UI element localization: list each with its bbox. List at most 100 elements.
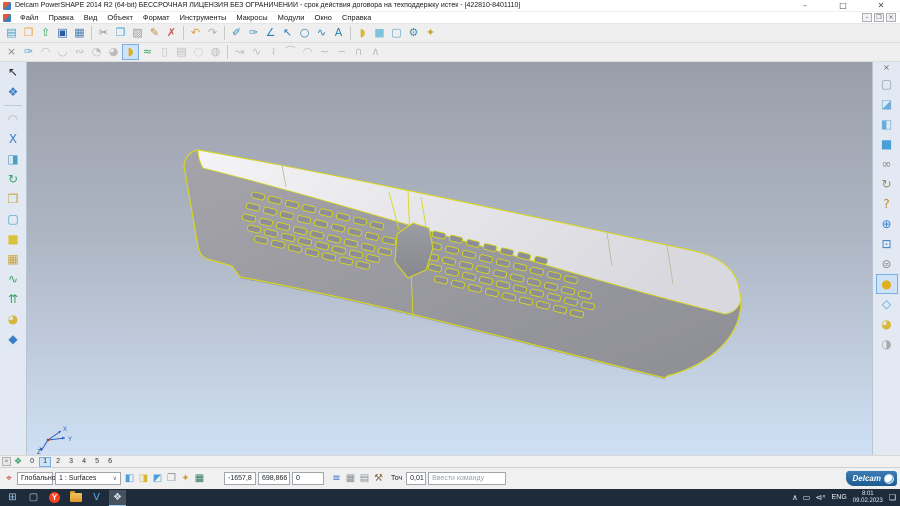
axis-align-button[interactable]: X bbox=[2, 129, 24, 149]
menu-item[interactable]: Правка bbox=[43, 12, 78, 24]
wireframe-view-button[interactable]: ◇ bbox=[876, 294, 898, 314]
command-input[interactable] bbox=[428, 472, 506, 485]
menu-item[interactable]: Файл bbox=[15, 12, 43, 24]
zoom-help-button[interactable]: ? bbox=[876, 194, 898, 214]
tolerance-field[interactable]: 0,01 bbox=[406, 472, 426, 485]
menu-item[interactable]: Модули bbox=[273, 12, 310, 24]
paint-surface-button[interactable]: ✑ bbox=[245, 25, 262, 41]
app-window-taskbar-button[interactable]: ▢ bbox=[25, 490, 42, 505]
create-workplane-button[interactable]: ∠ bbox=[262, 25, 279, 41]
half-sphere-button[interactable]: ◕ bbox=[2, 309, 24, 329]
dynamic-section-button[interactable]: ◕ bbox=[876, 314, 898, 334]
undo-button[interactable]: ↶ bbox=[187, 25, 204, 41]
wireframe-box-button[interactable]: ▢ bbox=[2, 209, 24, 229]
menu-item[interactable]: Справка bbox=[337, 12, 376, 24]
menu-item[interactable]: Объект bbox=[102, 12, 138, 24]
level-tab-0[interactable]: 0 bbox=[26, 457, 38, 467]
copy-button[interactable]: ❐ bbox=[112, 25, 129, 41]
create-solid-button[interactable]: ■ bbox=[371, 25, 388, 41]
zoom-window-button[interactable]: ⊡ bbox=[876, 234, 898, 254]
close-button[interactable]: ✕ bbox=[862, 0, 900, 12]
copy-objects-button[interactable]: ❒ bbox=[2, 189, 24, 209]
mdi-close-button[interactable]: × bbox=[886, 13, 896, 22]
pattern-boxes-button[interactable]: ▦ bbox=[2, 249, 24, 269]
wizard-button[interactable]: ✦ bbox=[422, 25, 439, 41]
move-transform-button[interactable]: ❖ bbox=[2, 82, 24, 102]
menu-item[interactable]: Вид bbox=[79, 12, 103, 24]
clipboard-cube-button[interactable]: ❐ bbox=[165, 472, 178, 486]
globe-view-button[interactable]: ⊜ bbox=[876, 254, 898, 274]
tray-display-icon[interactable]: ▭ bbox=[803, 493, 811, 502]
level-tab-6[interactable]: 6 bbox=[104, 457, 116, 467]
zoom-full-button[interactable]: ⊕ bbox=[876, 214, 898, 234]
create-surface-button[interactable]: ◗ bbox=[354, 25, 371, 41]
iso-cube-shaded-button[interactable]: ◧ bbox=[876, 114, 898, 134]
select-cursor-button[interactable]: ↖ bbox=[2, 62, 24, 82]
menu-item[interactable]: Формат bbox=[138, 12, 175, 24]
solid-box-button[interactable]: ■ bbox=[2, 229, 24, 249]
rotate-object-button[interactable]: ↻ bbox=[2, 169, 24, 189]
maximize-button[interactable]: □ bbox=[824, 0, 862, 12]
create-curve-button[interactable]: ∿ bbox=[313, 25, 330, 41]
action-center-icon[interactable]: ❏ bbox=[889, 493, 896, 502]
level-tab-1[interactable]: 1 bbox=[39, 457, 51, 467]
item-list-button[interactable]: ≡ bbox=[330, 472, 343, 486]
create-sketch-button[interactable]: ✐ bbox=[228, 25, 245, 41]
level-cube-blue-button[interactable]: ◧ bbox=[123, 472, 136, 486]
new-model-button[interactable]: ▤ bbox=[3, 25, 20, 41]
menu-item[interactable]: Окно bbox=[310, 12, 337, 24]
surface-wizard-button[interactable]: ✑ bbox=[20, 44, 37, 60]
level-tab-2[interactable]: 2 bbox=[52, 457, 64, 467]
start-taskbar-button[interactable]: ⊞ bbox=[4, 490, 21, 505]
mirror-box-button[interactable]: ◨ bbox=[2, 149, 24, 169]
intelligent-cursor-button[interactable]: ⚒ bbox=[372, 472, 385, 486]
assembly-gears-button[interactable]: ⚙ bbox=[405, 25, 422, 41]
delete-button[interactable]: ✗ bbox=[163, 25, 180, 41]
stereo-view-button[interactable]: ∞ bbox=[876, 154, 898, 174]
paste-button[interactable]: ▨ bbox=[129, 25, 146, 41]
taskbar-clock[interactable]: 8:01 09.02.2023 bbox=[853, 491, 883, 505]
viewport-3d[interactable]: X Y Z bbox=[27, 62, 872, 455]
redo-button[interactable]: ↷ bbox=[204, 25, 221, 41]
cube-wizard-button[interactable]: ✦ bbox=[179, 472, 192, 486]
iso-wire-cube-button[interactable]: ▢ bbox=[876, 74, 898, 94]
menu-item[interactable]: Инструменты bbox=[175, 12, 232, 24]
workplane-select[interactable]: Глобально ∨ bbox=[17, 472, 53, 485]
render-bulb-button[interactable]: ◑ bbox=[876, 334, 898, 354]
level-cube-mixed-button[interactable]: ◩ bbox=[151, 472, 164, 486]
mdi-minimize-button[interactable]: – bbox=[862, 13, 872, 22]
levels-close-button[interactable]: × bbox=[2, 457, 11, 466]
create-feature-button[interactable]: ▢ bbox=[388, 25, 405, 41]
language-indicator[interactable]: ENG bbox=[832, 494, 847, 501]
coord-x-field[interactable]: -1657,8 bbox=[224, 472, 256, 485]
edit-pencils-button[interactable]: ✎ bbox=[146, 25, 163, 41]
curve-morph-button[interactable]: ∿ bbox=[2, 269, 24, 289]
dynamic-rotate-button[interactable]: ↻ bbox=[876, 174, 898, 194]
calculator-button[interactable]: ▦ bbox=[344, 472, 357, 486]
import-model-button[interactable]: ⇧ bbox=[37, 25, 54, 41]
grid-snap-button[interactable]: ▦ bbox=[193, 472, 206, 486]
create-arrow-button[interactable]: ↖ bbox=[279, 25, 296, 41]
file-explorer-taskbar-button[interactable] bbox=[67, 490, 84, 505]
solid-cube-view-button[interactable]: ■ bbox=[876, 134, 898, 154]
iso-cube-bottom-button[interactable]: ◪ bbox=[876, 94, 898, 114]
extrude-up-button[interactable]: ⇈ bbox=[2, 289, 24, 309]
open-model-button[interactable]: ❐ bbox=[20, 25, 37, 41]
tray-volume-muted-icon[interactable]: ⊲ˣ bbox=[815, 493, 825, 502]
minimize-button[interactable]: – bbox=[786, 0, 824, 12]
mdi-restore-button[interactable]: ❐ bbox=[874, 13, 884, 22]
level-cube-yellow-button[interactable]: ◨ bbox=[137, 472, 150, 486]
cone-view-button[interactable]: ◆ bbox=[2, 329, 24, 349]
save-model-button[interactable]: ▣ bbox=[54, 25, 71, 41]
app-v-taskbar-button[interactable]: V bbox=[88, 490, 105, 505]
keyboard-input-button[interactable]: ▤ bbox=[358, 472, 371, 486]
create-text-button[interactable]: A bbox=[330, 25, 347, 41]
powershape-app-taskbar-button[interactable]: ❖ bbox=[109, 490, 126, 506]
surface-from-network-button[interactable]: ≈ bbox=[139, 44, 156, 60]
tray-expand-icon[interactable]: ∧ bbox=[792, 493, 798, 502]
level-select[interactable]: 1 : Surfaces ∨ bbox=[55, 472, 121, 485]
yandex-browser-taskbar-button[interactable]: Y bbox=[46, 490, 63, 505]
print-button[interactable]: ▦ bbox=[71, 25, 88, 41]
shaded-view-button[interactable]: ● bbox=[876, 274, 898, 294]
close-views-button[interactable]: × bbox=[876, 62, 898, 74]
